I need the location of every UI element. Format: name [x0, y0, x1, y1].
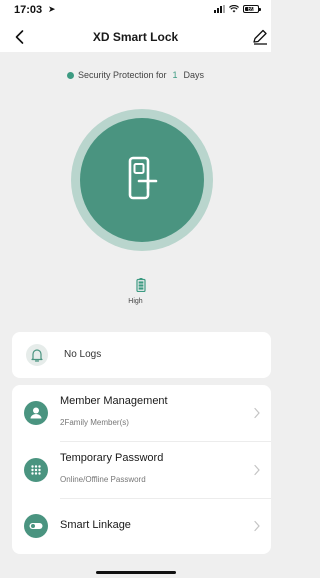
- person-icon: [24, 401, 48, 425]
- protection-days-count: 1: [172, 70, 178, 80]
- chevron-right-icon: [254, 464, 260, 476]
- chevron-right-icon: [254, 407, 260, 419]
- bell-icon-wrapper: [26, 344, 48, 366]
- nav-bar: XD Smart Lock: [0, 22, 271, 52]
- shield-icon: [66, 71, 74, 79]
- lock-battery-level: High: [128, 298, 143, 305]
- menu-title: Temporary Password: [60, 452, 164, 464]
- menu-subtitle: 2Family Member(s): [60, 418, 129, 427]
- logs-card[interactable]: No Logs: [12, 332, 271, 378]
- menu-title: Smart Linkage: [60, 519, 131, 531]
- protection-suffix: Days: [183, 70, 205, 80]
- menu-title: Member Management: [60, 395, 168, 407]
- protection-prefix: Security Protection for: [77, 70, 167, 80]
- logs-status-text: No Logs: [64, 349, 102, 360]
- location-arrow-icon: ➤: [48, 4, 56, 14]
- security-protection-banner: Security Protection for 1 Days: [0, 70, 271, 80]
- status-bar: 17:03 ➤ 69: [0, 0, 271, 22]
- edit-pencil-icon[interactable]: [251, 28, 269, 46]
- menu-subtitle: Online/Offline Password: [60, 475, 146, 484]
- status-indicators: 69: [214, 5, 261, 13]
- home-indicator: [96, 571, 176, 574]
- bell-icon: [31, 349, 43, 362]
- lock-battery-icon: [136, 278, 146, 292]
- menu-item-member-management[interactable]: Member Management 2Family Member(s): [12, 385, 271, 441]
- toggle-icon: [24, 514, 48, 538]
- battery-status-icon: 69: [243, 5, 261, 13]
- chevron-right-icon: [254, 520, 260, 532]
- menu-item-temporary-password[interactable]: Temporary Password Online/Offline Passwo…: [12, 442, 271, 498]
- status-time: 17:03: [14, 4, 43, 16]
- door-lock-icon: [128, 156, 158, 200]
- battery-percent: 69: [247, 7, 255, 13]
- keypad-icon: [24, 458, 48, 482]
- menu-item-smart-linkage[interactable]: Smart Linkage: [12, 498, 271, 554]
- feature-menu-card: Member Management 2Family Member(s) Temp…: [12, 385, 271, 554]
- wifi-icon: [229, 5, 239, 13]
- signal-icon: [214, 5, 225, 13]
- page-title: XD Smart Lock: [92, 30, 179, 44]
